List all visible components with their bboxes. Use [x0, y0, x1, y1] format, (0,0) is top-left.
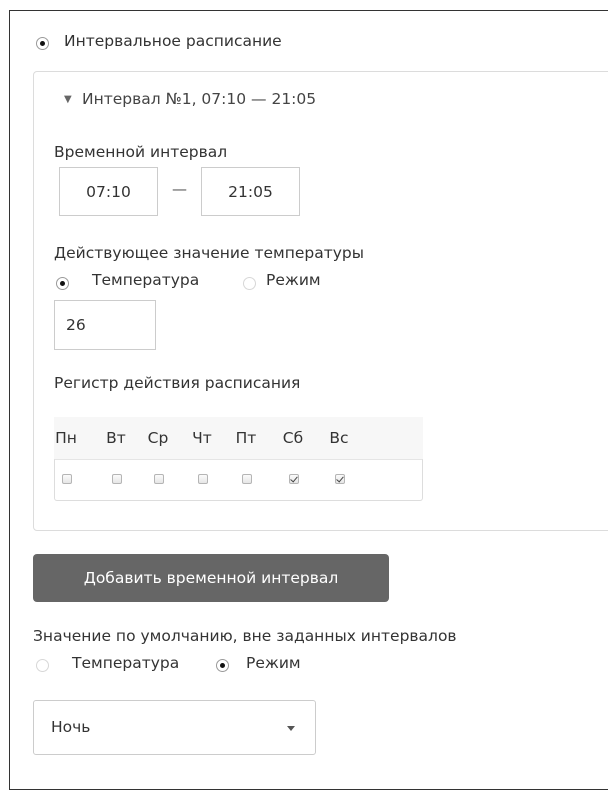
day-checkbox-thu[interactable]: [198, 474, 208, 484]
time-separator: —: [172, 180, 187, 198]
day-label-sun: Вс: [329, 429, 349, 447]
day-label-fri: Пт: [235, 429, 257, 447]
start-time-input[interactable]: 07:10: [59, 167, 158, 216]
chevron-down-icon: [287, 726, 295, 731]
default-mode-radio[interactable]: [216, 659, 229, 672]
days-table: Пн Вт Ср Чт Пт Сб Вс: [54, 417, 423, 501]
interval-schedule-label: Интервальное расписание: [64, 32, 282, 50]
day-checkbox-tue[interactable]: [112, 474, 122, 484]
temperature-radio-label: Температура: [92, 271, 200, 289]
day-checkbox-wed[interactable]: [154, 474, 164, 484]
mode-radio-label: Режим: [266, 271, 321, 289]
days-checkbox-row: [54, 459, 423, 501]
end-time-input[interactable]: 21:05: [201, 167, 300, 216]
temperature-radio[interactable]: [56, 277, 69, 290]
default-mode-select-value: Ночь: [51, 718, 91, 736]
temperature-value-input[interactable]: 26: [54, 300, 156, 350]
default-temperature-radio[interactable]: [36, 659, 49, 672]
active-value-label: Действующее значение температуры: [54, 244, 365, 262]
interval-schedule-radio[interactable]: [36, 37, 49, 50]
day-checkbox-sun[interactable]: [335, 474, 345, 484]
day-label-tue: Вт: [106, 429, 126, 447]
default-mode-label: Режим: [246, 654, 301, 672]
default-mode-select[interactable]: Ночь: [33, 700, 316, 755]
time-interval-label: Временной интервал: [54, 143, 228, 161]
default-temperature-label: Температура: [72, 654, 180, 672]
collapse-triangle-icon[interactable]: ▼: [64, 94, 72, 105]
day-label-wed: Ср: [147, 429, 169, 447]
day-label-thu: Чт: [192, 429, 212, 447]
mode-radio[interactable]: [243, 277, 256, 290]
default-value-label: Значение по умолчанию, вне заданных инте…: [33, 627, 457, 645]
day-label-mon: Пн: [55, 429, 77, 447]
interval-header[interactable]: Интервал №1, 07:10 — 21:05: [82, 90, 316, 108]
add-time-interval-button[interactable]: Добавить временной интервал: [33, 554, 389, 602]
day-checkbox-fri[interactable]: [242, 474, 252, 484]
day-checkbox-mon[interactable]: [62, 474, 72, 484]
day-checkbox-sat[interactable]: [289, 474, 299, 484]
schedule-days-label: Регистр действия расписания: [54, 374, 301, 392]
day-label-sat: Сб: [282, 429, 304, 447]
days-header-row: Пн Вт Ср Чт Пт Сб Вс: [54, 417, 423, 459]
